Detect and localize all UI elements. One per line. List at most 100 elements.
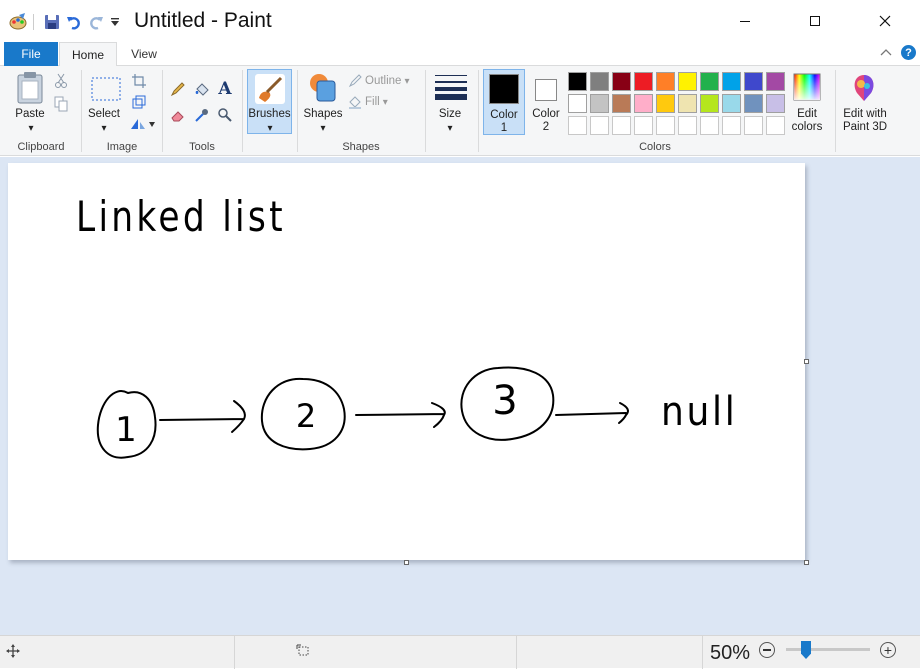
color1-button[interactable]: Color 1 bbox=[483, 69, 525, 135]
shapes-button[interactable]: Shapes bbox=[300, 108, 346, 121]
brushes-button[interactable]: Brushes ▾ bbox=[247, 69, 292, 134]
select-button[interactable]: Select bbox=[84, 108, 124, 121]
color-picker-icon[interactable] bbox=[191, 104, 213, 126]
copy-icon[interactable] bbox=[50, 93, 72, 115]
status-divider bbox=[702, 636, 703, 669]
edit-with-paint3d-button[interactable]: Edit with bbox=[838, 108, 892, 121]
hand-drawing: Linked list 1 2 3 null bbox=[76, 193, 735, 459]
select-dropdown-icon[interactable]: ▾ bbox=[99, 122, 109, 135]
custom-color-slot[interactable] bbox=[722, 116, 741, 135]
custom-color-slot[interactable] bbox=[568, 116, 587, 135]
palette-swatch[interactable] bbox=[678, 94, 697, 113]
palette-swatch[interactable] bbox=[568, 72, 587, 91]
color1-number: 1 bbox=[500, 122, 508, 134]
arrow-3 bbox=[555, 402, 629, 424]
canvas-resize-handle-right[interactable] bbox=[804, 359, 809, 364]
palette-swatch[interactable] bbox=[612, 72, 631, 91]
cut-icon[interactable] bbox=[50, 70, 72, 92]
paste-button[interactable]: Paste bbox=[10, 108, 50, 121]
palette-swatch[interactable] bbox=[744, 72, 763, 91]
customize-qa-dropdown-icon[interactable] bbox=[108, 12, 122, 32]
palette-swatch[interactable] bbox=[634, 72, 653, 91]
drawing-canvas[interactable]: Linked list 1 2 3 null bbox=[8, 163, 805, 560]
group-separator bbox=[835, 70, 836, 152]
node-1-label: 1 bbox=[115, 410, 137, 450]
custom-color-slot[interactable] bbox=[678, 116, 697, 135]
canvas-resize-handle-bottom[interactable] bbox=[404, 560, 409, 565]
palette-swatch[interactable] bbox=[744, 94, 763, 113]
close-button[interactable] bbox=[862, 8, 908, 34]
paste-dropdown-icon[interactable]: ▾ bbox=[26, 122, 36, 135]
size-dropdown-icon[interactable]: ▾ bbox=[445, 122, 455, 135]
group-tools-label: Tools bbox=[189, 141, 215, 153]
crop-icon[interactable] bbox=[128, 70, 150, 92]
zoom-in-icon[interactable]: + bbox=[880, 642, 896, 658]
palette-swatch[interactable] bbox=[766, 94, 785, 113]
size-icon[interactable] bbox=[434, 72, 468, 102]
palette-swatch[interactable] bbox=[634, 94, 653, 113]
palette-swatch[interactable] bbox=[766, 72, 785, 91]
palette-swatch[interactable] bbox=[722, 72, 741, 91]
custom-color-slot[interactable] bbox=[656, 116, 675, 135]
custom-color-slot[interactable] bbox=[744, 116, 763, 135]
palette-swatch[interactable] bbox=[590, 72, 609, 91]
tab-home[interactable]: Home bbox=[59, 42, 117, 67]
text-icon[interactable]: A bbox=[214, 78, 236, 100]
group-colors-label: Colors bbox=[639, 141, 671, 153]
redo-icon[interactable] bbox=[86, 12, 106, 32]
paint3d-label-2: Paint 3D bbox=[842, 121, 888, 133]
paste-icon[interactable] bbox=[14, 70, 46, 106]
palette-swatch[interactable] bbox=[656, 72, 675, 91]
outline-label: Outline bbox=[365, 75, 402, 87]
palette-swatch[interactable] bbox=[656, 94, 675, 113]
brushes-label: Brushes bbox=[248, 108, 291, 120]
group-separator bbox=[478, 70, 479, 152]
eraser-icon[interactable] bbox=[167, 104, 189, 126]
arrow-1 bbox=[159, 400, 246, 433]
canvas-resize-handle-corner[interactable] bbox=[804, 560, 809, 565]
undo-icon[interactable] bbox=[64, 12, 84, 32]
shapes-icon[interactable] bbox=[306, 70, 340, 104]
pencil-icon[interactable] bbox=[167, 78, 189, 100]
minimize-button[interactable] bbox=[722, 8, 768, 34]
collapse-ribbon-icon[interactable] bbox=[880, 46, 892, 60]
paint-app-icon[interactable] bbox=[8, 12, 28, 32]
tab-file[interactable]: File bbox=[4, 42, 58, 66]
palette-swatch[interactable] bbox=[722, 94, 741, 113]
palette-swatch[interactable] bbox=[700, 72, 719, 91]
magnifier-icon[interactable] bbox=[214, 104, 236, 126]
palette-swatch[interactable] bbox=[678, 72, 697, 91]
tab-view[interactable]: View bbox=[118, 42, 170, 66]
paint3d-icon[interactable] bbox=[848, 72, 880, 104]
custom-color-slot[interactable] bbox=[700, 116, 719, 135]
outline-button[interactable]: Outline ▾ bbox=[348, 74, 409, 88]
size-button[interactable]: Size bbox=[430, 108, 470, 121]
zoom-slider-track[interactable] bbox=[786, 648, 870, 651]
resize-icon[interactable] bbox=[128, 91, 150, 113]
palette-swatch[interactable] bbox=[612, 94, 631, 113]
color2-button[interactable]: Color 2 bbox=[527, 69, 565, 135]
custom-color-slot[interactable] bbox=[612, 116, 631, 135]
custom-color-slot[interactable] bbox=[634, 116, 653, 135]
help-icon[interactable]: ? bbox=[901, 45, 916, 60]
custom-color-slot[interactable] bbox=[590, 116, 609, 135]
palette-swatch[interactable] bbox=[590, 94, 609, 113]
edit-colors-button[interactable]: Edit bbox=[786, 108, 828, 121]
group-separator bbox=[297, 70, 298, 152]
edit-colors-icon[interactable] bbox=[792, 72, 822, 102]
zoom-out-icon[interactable] bbox=[759, 642, 775, 658]
status-bar: 50% + bbox=[0, 635, 920, 669]
zoom-slider-thumb[interactable] bbox=[801, 641, 811, 659]
select-icon[interactable] bbox=[90, 76, 122, 102]
fill-icon[interactable] bbox=[191, 78, 213, 100]
custom-color-slot[interactable] bbox=[766, 116, 785, 135]
color2-label: Color bbox=[532, 108, 560, 120]
fill-button[interactable]: Fill ▾ bbox=[348, 95, 388, 109]
shapes-dropdown-icon[interactable]: ▾ bbox=[318, 122, 328, 135]
qa-separator bbox=[30, 12, 36, 32]
palette-swatch[interactable] bbox=[568, 94, 587, 113]
rotate-icon[interactable] bbox=[128, 113, 156, 135]
palette-swatch[interactable] bbox=[700, 94, 719, 113]
save-icon[interactable] bbox=[42, 12, 62, 32]
maximize-button[interactable] bbox=[792, 8, 838, 34]
